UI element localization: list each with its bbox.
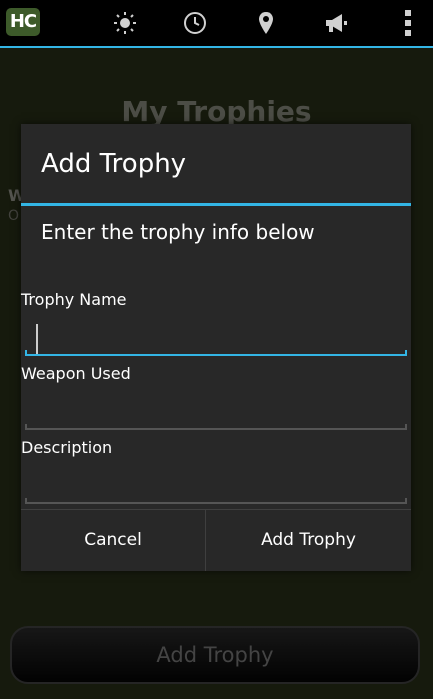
- dialog-title: Add Trophy: [41, 149, 187, 179]
- dialog-button-bar: Cancel Add Trophy: [21, 509, 411, 571]
- weapon-used-label: Weapon Used: [21, 364, 131, 383]
- map-pin-icon[interactable]: [253, 10, 279, 36]
- weapon-used-input[interactable]: [25, 396, 407, 430]
- megaphone-icon[interactable]: [323, 10, 349, 36]
- action-bar: HC: [0, 0, 433, 48]
- add-trophy-dialog: Add Trophy Enter the trophy info below T…: [21, 124, 411, 571]
- clock-icon[interactable]: [182, 10, 208, 36]
- title-divider: [21, 203, 411, 206]
- overflow-menu-icon[interactable]: [395, 10, 421, 36]
- app-logo[interactable]: HC: [6, 8, 40, 36]
- description-label: Description: [21, 438, 113, 457]
- text-caret: [36, 324, 38, 354]
- trophy-name-label: Trophy Name: [21, 290, 127, 309]
- description-input[interactable]: [25, 470, 407, 504]
- confirm-add-trophy-button[interactable]: Add Trophy: [206, 510, 411, 571]
- cancel-button[interactable]: Cancel: [21, 510, 205, 571]
- sun-icon[interactable]: [112, 10, 138, 36]
- trophy-name-input[interactable]: [25, 322, 407, 356]
- dialog-message: Enter the trophy info below: [41, 220, 315, 244]
